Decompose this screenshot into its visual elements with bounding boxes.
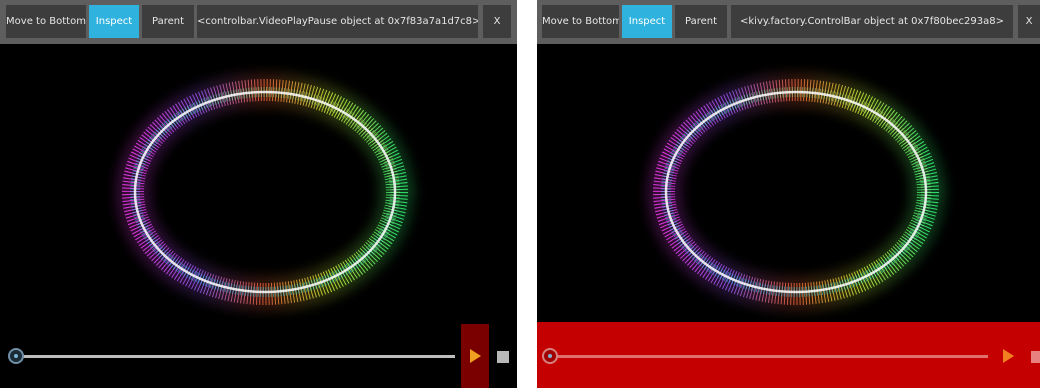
stop-icon[interactable]	[497, 351, 509, 363]
inspector-toolbar: Move to Bottom Inspect Parent <kivy.fact…	[537, 0, 1040, 44]
play-icon[interactable]	[1003, 349, 1014, 363]
selected-widget-label[interactable]: <kivy.factory.ControlBar object at 0x7f8…	[731, 5, 1013, 38]
inspector-toolbar: Move to Bottom Inspect Parent <controlba…	[0, 0, 517, 44]
parent-button[interactable]: Parent	[142, 5, 194, 38]
inspect-button[interactable]: Inspect	[622, 5, 672, 38]
play-pause-button[interactable]	[461, 324, 489, 388]
close-button[interactable]: X	[1018, 5, 1040, 38]
seek-knob-icon[interactable]	[8, 348, 24, 364]
move-to-bottom-button[interactable]: Move to Bottom	[542, 5, 619, 38]
play-icon	[470, 349, 481, 363]
stop-icon[interactable]	[1031, 351, 1040, 363]
seek-track[interactable]	[551, 355, 988, 358]
inspector-panel-right: Move to Bottom Inspect Parent <kivy.fact…	[537, 0, 1040, 388]
control-bar[interactable]	[537, 322, 1040, 388]
selected-widget-label[interactable]: <controlbar.VideoPlayPause object at 0x7…	[197, 5, 478, 38]
video-control-bar	[0, 324, 517, 388]
move-to-bottom-button[interactable]: Move to Bottom	[6, 5, 86, 38]
seek-track[interactable]	[14, 355, 455, 358]
inspect-button[interactable]: Inspect	[89, 5, 139, 38]
close-button[interactable]: X	[483, 5, 511, 38]
inspector-panel-left: Move to Bottom Inspect Parent <controlba…	[0, 0, 517, 388]
parent-button[interactable]: Parent	[675, 5, 727, 38]
seek-knob-icon[interactable]	[542, 348, 558, 364]
